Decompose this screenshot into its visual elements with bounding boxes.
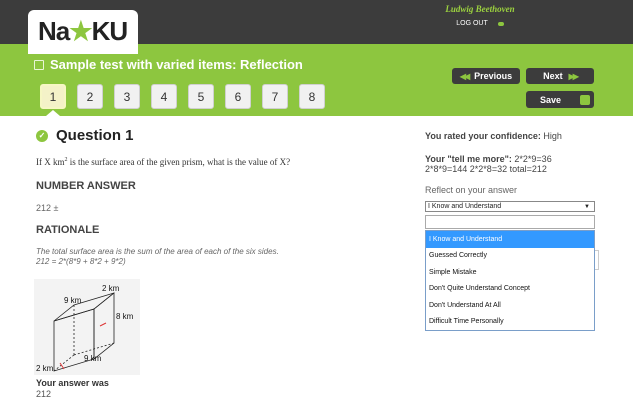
reflection-select-value: I Know and Understand xyxy=(428,203,502,210)
rationale-text: The total surface area is the sum of the… xyxy=(36,247,279,266)
question-button-4[interactable]: 4 xyxy=(151,84,177,109)
question-title: Question 1 xyxy=(56,127,134,144)
logout-label: LOG OUT xyxy=(456,20,488,27)
logo[interactable]: Na★KU xyxy=(28,10,138,54)
logo-figure-icon: ★ xyxy=(69,16,92,46)
home-icon[interactable] xyxy=(34,59,44,70)
figure-label-bottom-width: 2 km xyxy=(36,364,54,373)
dropdown-option[interactable]: Guessed Correctly xyxy=(426,248,594,265)
test-title-text: Sample test with varied items: Reflectio… xyxy=(50,57,303,72)
save-indicator-icon xyxy=(580,94,590,105)
reflection-text-field[interactable] xyxy=(425,215,595,229)
prism-figure: 9 km 2 km 8 km 9 km 2 km xyxy=(34,279,140,375)
save-button[interactable]: Save xyxy=(526,91,594,108)
hidden-field-edge xyxy=(595,250,599,270)
active-question-pointer xyxy=(46,110,60,116)
rationale-heading: RATIONALE xyxy=(36,224,100,236)
previous-button[interactable]: ◀◀ Previous xyxy=(452,68,520,84)
question-button-1[interactable]: 1 xyxy=(40,84,66,109)
question-header: ✓ Question 1 xyxy=(36,127,134,144)
logout-link[interactable]: LOG OUT xyxy=(430,20,530,27)
question-navigator: 1 2 3 4 5 6 7 8 xyxy=(40,84,325,109)
your-answer-label: Your answer was xyxy=(36,378,109,388)
question-button-5[interactable]: 5 xyxy=(188,84,214,109)
check-icon: ✓ xyxy=(36,129,48,142)
test-title: Sample test with varied items: Reflectio… xyxy=(34,57,303,72)
next-button[interactable]: Next ▶▶ xyxy=(526,68,594,84)
dropdown-option[interactable]: Don't Quite Understand Concept xyxy=(426,281,594,298)
dropdown-arrow-icon: ▼ xyxy=(584,203,590,210)
reflection-select[interactable]: I Know and Understand ▼ xyxy=(425,201,595,212)
number-answer-heading: NUMBER ANSWER xyxy=(36,180,136,192)
user-panel: Ludwig Beethoven LOG OUT xyxy=(430,4,530,27)
question-button-8[interactable]: 8 xyxy=(299,84,325,109)
tell-me-more-text: Your "tell me more": 2*2*9=36 2*8*9=144 … xyxy=(425,154,552,174)
question-button-6[interactable]: 6 xyxy=(225,84,251,109)
rewind-icon: ◀◀ xyxy=(459,71,470,81)
dropdown-option[interactable]: Difficult Time Personally xyxy=(426,314,594,331)
reflection-dropdown-list: I Know and Understand Guessed Correctly … xyxy=(425,230,595,331)
figure-label-top-length: 9 km xyxy=(64,296,82,305)
question-button-2[interactable]: 2 xyxy=(77,84,103,109)
figure-label-bottom-length: 9 km xyxy=(84,354,102,363)
reflect-label: Reflect on your answer xyxy=(425,185,518,195)
dropdown-option[interactable]: I Know and Understand xyxy=(426,231,594,248)
question-prompt: If X km2 is the surface area of the give… xyxy=(36,157,291,167)
question-button-7[interactable]: 7 xyxy=(262,84,288,109)
question-button-3[interactable]: 3 xyxy=(114,84,140,109)
fast-forward-icon: ▶▶ xyxy=(568,71,579,81)
logout-icon xyxy=(497,21,504,26)
logo-text: Na★KU xyxy=(38,16,128,46)
number-answer-value: 212 ± xyxy=(36,203,59,213)
dropdown-option[interactable]: Don't Understand At All xyxy=(426,297,594,314)
confidence-text: You rated your confidence: High xyxy=(425,131,562,141)
figure-label-height: 8 km xyxy=(116,312,134,321)
your-answer-value: 212 xyxy=(36,389,52,399)
user-name: Ludwig Beethoven xyxy=(445,4,515,14)
dropdown-option[interactable]: Simple Mistake xyxy=(426,264,594,281)
figure-label-top-width: 2 km xyxy=(102,284,120,293)
